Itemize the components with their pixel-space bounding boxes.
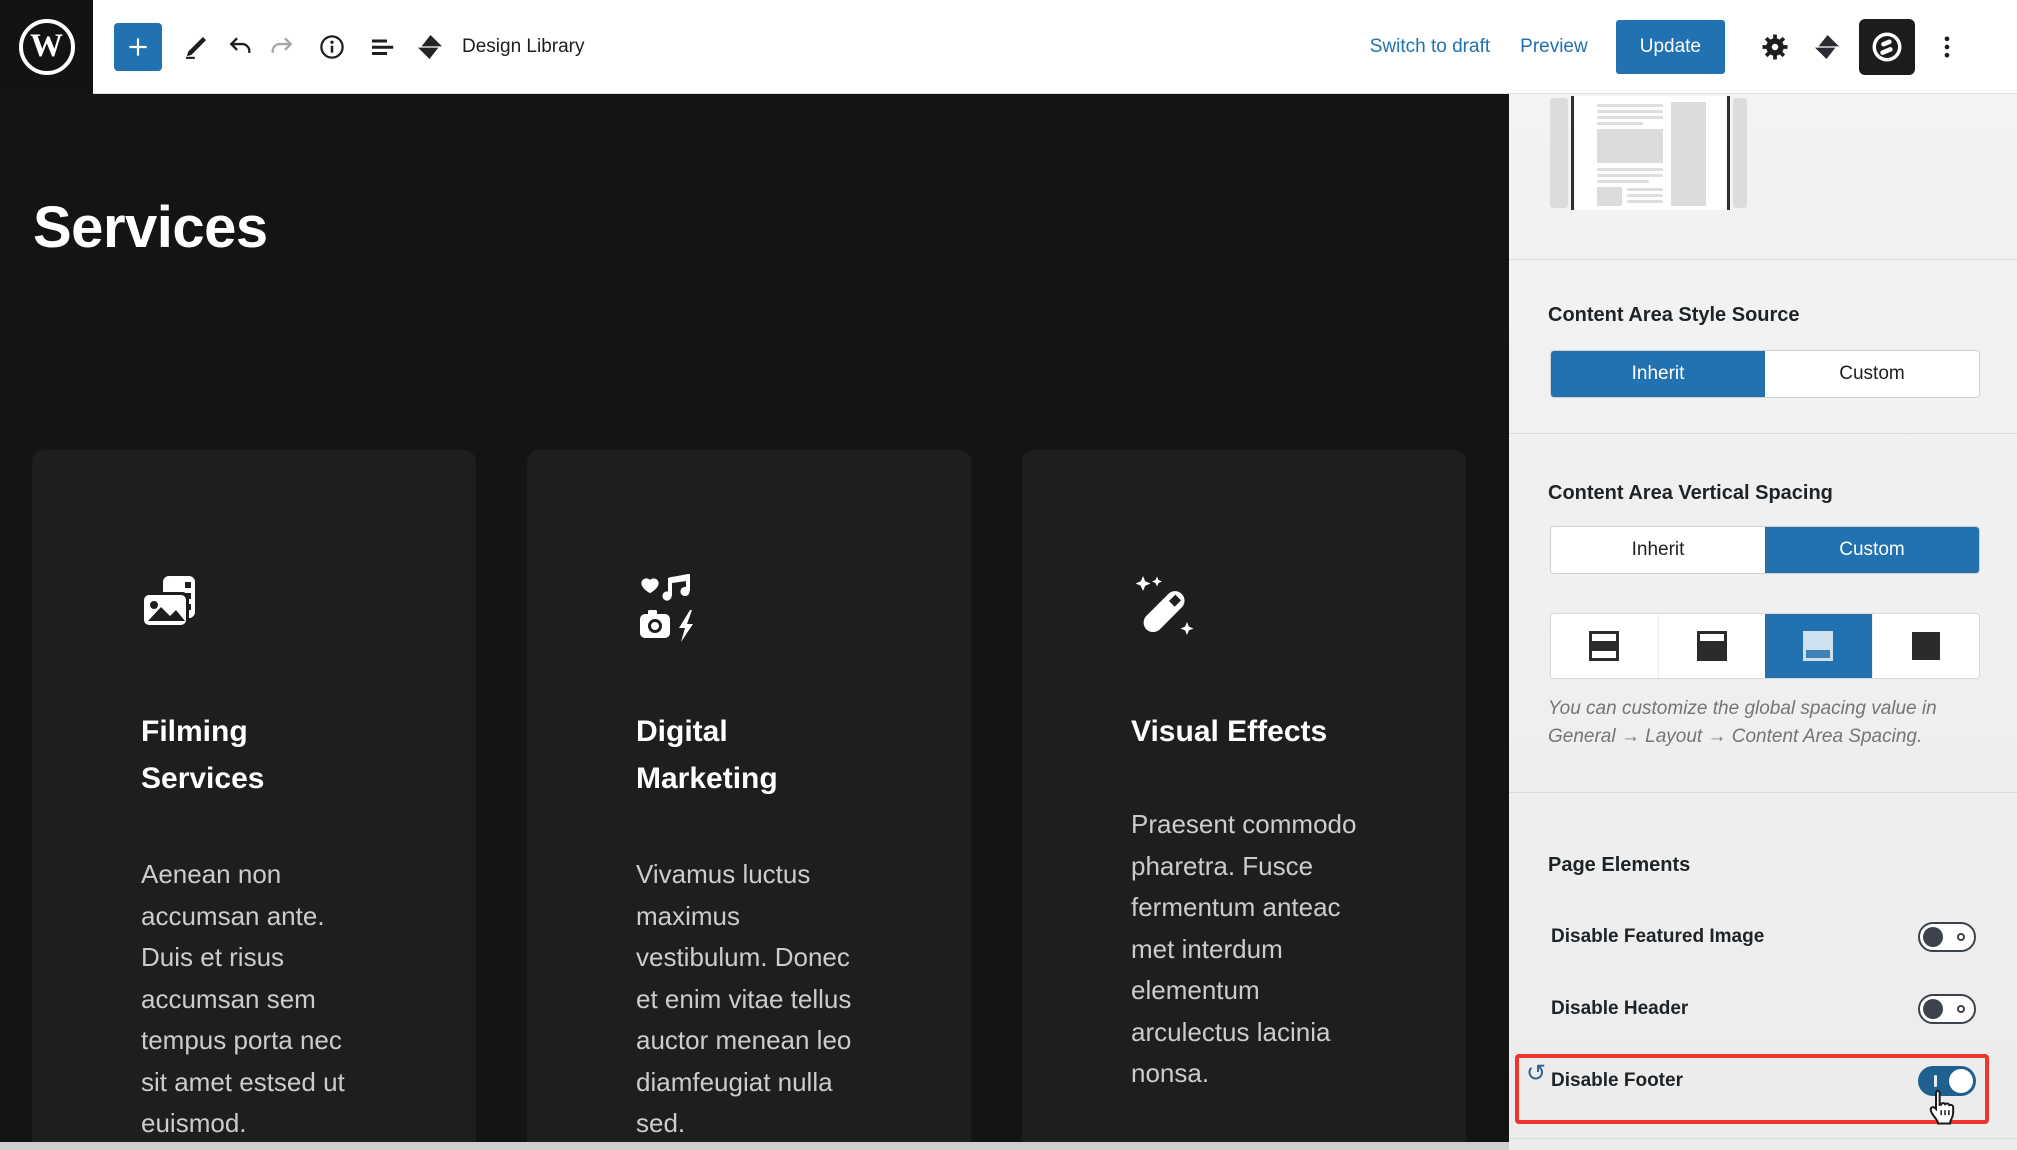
spacing-top-only-icon [1697,631,1727,661]
undo-button[interactable] [220,27,260,67]
wordpress-editor-window: W [0,0,2017,1150]
pencil-icon [182,33,210,61]
spacing-top-only-option[interactable] [1658,614,1766,678]
preview-link[interactable]: Preview [1520,36,1588,58]
layout-preview-right-bracket [1727,96,1730,210]
divider [1509,259,2017,260]
update-button[interactable]: Update [1616,20,1725,74]
plus-icon [125,34,151,60]
tools-button[interactable] [176,27,216,67]
no-spacing-option[interactable] [1872,614,1980,678]
redo-button[interactable] [262,27,302,67]
toolbar-right-group: Switch to draft Preview Update [1370,0,1967,93]
disable-header-toggle[interactable] [1918,994,1976,1024]
divider [1509,433,2017,434]
vertical-spacing-inherit-button[interactable]: Inherit [1551,527,1765,573]
toolbar-left-group: Design Library [114,0,585,93]
card-title: Filming Services [141,708,321,802]
layout-preview-left-bracket [1571,96,1574,210]
stackable-logo-icon[interactable] [410,27,450,67]
card-title: Visual Effects [1131,708,1327,755]
page-elements-heading: Page Elements [1548,854,1690,877]
spacing-options-row [1550,613,1980,679]
list-view-icon [367,32,397,62]
no-spacing-icon [1912,632,1940,660]
editor-canvas: Services Filming Services Aenean non acc… [0,94,1509,1150]
vertical-spacing-custom-button[interactable]: Custom [1765,527,1979,573]
service-card-filming[interactable]: Filming Services Aenean non accumsan ant… [32,450,476,1150]
document-title: Design Library [462,36,585,58]
card-body: Vivamus luctus maximus vestibulum. Donec… [636,854,868,1145]
style-source-control: Inherit Custom [1550,350,1980,398]
switch-to-draft-link[interactable]: Switch to draft [1370,36,1490,58]
blocksy-settings-button[interactable] [1859,19,1915,75]
divider [1509,792,2017,793]
options-menu-button[interactable] [1927,27,1967,67]
spacing-top-and-bottom-option[interactable] [1551,614,1658,678]
disable-footer-toggle[interactable] [1918,1066,1976,1096]
wordpress-icon: W [19,19,75,75]
stackable-icon [1814,34,1840,60]
style-source-custom-button[interactable]: Custom [1765,351,1979,397]
layout-preview-page [1575,96,1726,210]
wordpress-logo-button[interactable]: W [0,0,93,94]
style-source-label: Content Area Style Source [1548,304,1800,327]
vertical-spacing-control: Inherit Custom [1550,526,1980,574]
media-marketing-icon [636,574,704,642]
info-icon [317,32,347,62]
spacing-top-and-bottom-icon [1589,631,1619,661]
spacing-bottom-only-icon [1803,631,1833,661]
editor-top-bar: W [0,0,2017,94]
layout-preview-left-bar [1550,98,1568,208]
reset-icon[interactable]: ↺ [1526,1062,1546,1086]
settings-sidebar: Content Area Style Source Inherit Custom… [1509,94,2017,1150]
style-source-inherit-button[interactable]: Inherit [1551,351,1765,397]
card-title: Digital Marketing [636,708,816,802]
settings-button[interactable] [1755,27,1795,67]
service-card-visual-effects[interactable]: Visual Effects Praesent commodo pharetra… [1022,450,1466,1150]
undo-icon [226,33,254,61]
blocksy-icon [1869,29,1905,65]
magic-wand-icon [1131,574,1199,642]
card-body: Praesent commodo pharetra. Fusce ferment… [1131,804,1363,1095]
film-and-photo-icon [141,574,209,642]
card-body: Aenean non accumsan ante. Duis et risus … [141,854,373,1145]
divider [1509,1138,2017,1139]
gear-icon [1760,32,1790,62]
disable-featured-image-label: Disable Featured Image [1551,926,1764,948]
service-card-digital-marketing[interactable]: Digital Marketing Vivamus luctus maximus… [527,450,971,1150]
kebab-menu-icon [1933,33,1961,61]
disable-footer-label: Disable Footer [1551,1070,1683,1092]
horizontal-scrollbar[interactable] [0,1142,1509,1150]
details-button[interactable] [312,27,352,67]
page-title: Services [33,194,268,261]
add-block-button[interactable] [114,23,162,71]
list-view-button[interactable] [362,27,402,67]
vertical-spacing-label: Content Area Vertical Spacing [1548,482,1833,505]
disable-header-label: Disable Header [1551,998,1688,1020]
disable-featured-image-toggle[interactable] [1918,922,1976,952]
spacing-note: You can customize the global spacing val… [1548,695,1986,751]
redo-icon [268,33,296,61]
layout-preview-right-bar [1733,98,1747,208]
stackable-settings-button[interactable] [1807,27,1847,67]
spacing-bottom-only-option[interactable] [1765,614,1872,678]
layout-preview-thumbnail [1550,96,1747,210]
